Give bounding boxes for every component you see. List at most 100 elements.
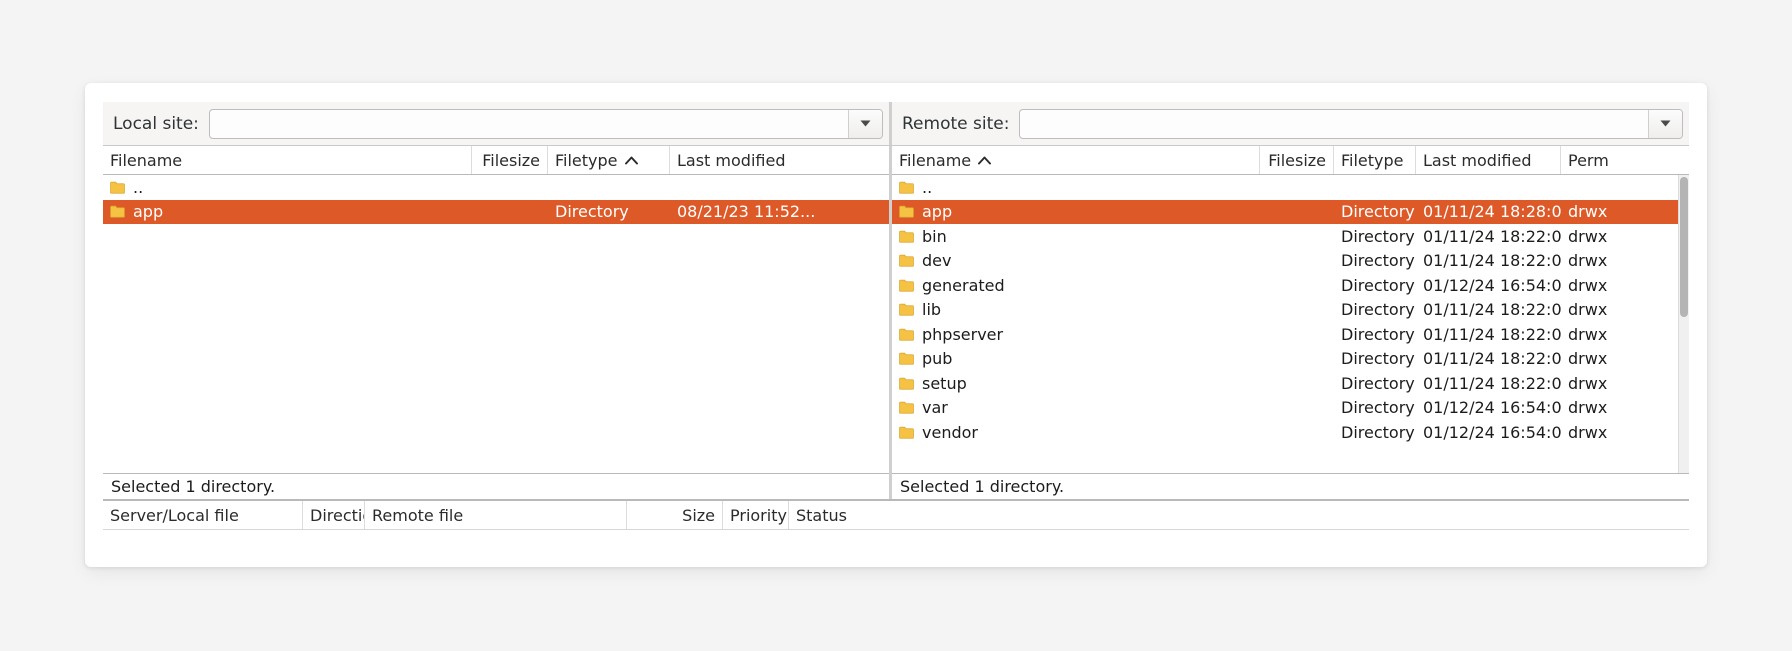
column-header-label: Perm: [1568, 150, 1609, 170]
file-name-cell: setup: [892, 374, 1260, 393]
file-name-cell: dev: [892, 251, 1260, 270]
file-permissions-cell: drwx: [1568, 226, 1608, 246]
queue-column-header-size[interactable]: Size: [627, 501, 723, 529]
local-file-list[interactable]: .. app Directory 08/21/23 11:52...: [103, 175, 889, 473]
file-permissions-cell: drwx: [1568, 398, 1608, 418]
file-name-label: bin: [922, 226, 947, 246]
file-row[interactable]: bin Directory 01/11/24 18:22:00 drwx: [892, 224, 1689, 249]
file-row[interactable]: generated Directory 01/12/24 16:54:00 drwx: [892, 273, 1689, 298]
file-name-cell: var: [892, 398, 1260, 417]
file-type-cell: Directory: [555, 202, 629, 222]
file-row[interactable]: setup Directory 01/11/24 18:22:00 drwx: [892, 371, 1689, 396]
local-site-combobox[interactable]: [208, 108, 883, 139]
remote-column-header-last-modified[interactable]: Last modified: [1416, 146, 1561, 174]
file-modified-cell: 01/11/24 18:22:00: [1423, 349, 1561, 369]
file-row[interactable]: phpserver Directory 01/11/24 18:22:00 drwx: [892, 322, 1689, 347]
folder-icon: [899, 205, 914, 218]
folder-icon: [899, 230, 914, 243]
column-header-label: Last modified: [1423, 150, 1532, 170]
remote-site-combobox[interactable]: [1019, 108, 1683, 139]
remote-list-scrollbar[interactable]: [1678, 175, 1689, 473]
queue-column-header-remote-file[interactable]: Remote file: [365, 501, 627, 529]
remote-site-input[interactable]: [1020, 110, 1648, 138]
file-name-cell: bin: [892, 227, 1260, 246]
file-name-label: var: [922, 398, 948, 418]
file-name-cell: generated: [892, 276, 1260, 295]
file-modified-cell: 01/11/24 18:22:00: [1423, 373, 1561, 393]
file-type-cell: Directory: [1341, 422, 1415, 442]
queue-column-header-status[interactable]: Status: [789, 501, 1029, 529]
site-path-bars: Local site: Remote site:: [103, 102, 1689, 146]
file-permissions-cell: drwx: [1568, 349, 1608, 369]
file-name-cell: ..: [103, 178, 472, 197]
file-type-cell: Directory: [1341, 324, 1415, 344]
file-name-cell: app: [103, 202, 472, 221]
remote-column-header-filename[interactable]: Filename: [892, 146, 1260, 174]
queue-column-header-directio[interactable]: Directio: [303, 501, 365, 529]
file-type-cell: Directory: [1341, 226, 1415, 246]
local-column-header-filetype[interactable]: Filetype: [548, 146, 670, 174]
column-header-label: Filesize: [1268, 150, 1326, 170]
file-permissions-cell: drwx: [1568, 275, 1608, 295]
column-header-label: Filename: [110, 150, 183, 170]
file-row-selected[interactable]: app Directory 01/11/24 18:28:00 drwx: [892, 199, 1689, 224]
file-permissions-cell: drwx: [1568, 251, 1608, 271]
file-name-cell: phpserver: [892, 325, 1260, 344]
file-permissions-cell: drwx: [1568, 422, 1608, 442]
folder-icon: [110, 205, 125, 218]
chevron-down-icon[interactable]: [848, 109, 882, 138]
file-row[interactable]: ..: [892, 175, 1689, 200]
remote-site-label: Remote site:: [902, 113, 1010, 134]
local-site-label: Local site:: [113, 113, 199, 134]
local-column-header-filesize[interactable]: Filesize: [472, 146, 548, 174]
file-row[interactable]: lib Directory 01/11/24 18:22:00 drwx: [892, 298, 1689, 323]
remote-column-header-filetype[interactable]: Filetype: [1334, 146, 1416, 174]
file-panes: Filename Filesize Filetype Last modified ..…: [103, 146, 1689, 499]
file-name-cell: ..: [892, 178, 1260, 197]
local-column-header-filename[interactable]: Filename: [103, 146, 472, 174]
scrollbar-thumb[interactable]: [1680, 177, 1688, 317]
file-row[interactable]: vendor Directory 01/12/24 16:54:00 drwx: [892, 420, 1689, 445]
file-type-cell: Directory: [1341, 202, 1415, 222]
remote-column-header-filesize[interactable]: Filesize: [1260, 146, 1334, 174]
file-permissions-cell: drwx: [1568, 373, 1608, 393]
file-type-cell: Directory: [1341, 300, 1415, 320]
file-type-cell: Directory: [1341, 373, 1415, 393]
local-status-bar: Selected 1 directory.: [103, 473, 889, 499]
local-site-input[interactable]: [210, 110, 848, 138]
chevron-down-icon[interactable]: [1648, 109, 1682, 138]
file-permissions-cell: drwx: [1568, 300, 1608, 320]
remote-column-headers: Filename Filesize Filetype Last modified Per…: [892, 146, 1689, 175]
transfer-queue-body[interactable]: [103, 530, 1689, 548]
file-row[interactable]: pub Directory 01/11/24 18:22:00 drwx: [892, 347, 1689, 372]
queue-column-header-priority[interactable]: Priority: [723, 501, 789, 529]
file-modified-cell: 01/11/24 18:22:00: [1423, 251, 1561, 271]
file-row[interactable]: var Directory 01/12/24 16:54:00 drwx: [892, 396, 1689, 421]
remote-status-bar: Selected 1 directory.: [892, 473, 1689, 499]
file-name-label: lib: [922, 300, 942, 320]
local-file-pane: Filename Filesize Filetype Last modified ..…: [103, 146, 889, 499]
column-header-label: Filetype: [555, 150, 618, 170]
file-permissions-cell: drwx: [1568, 324, 1608, 344]
file-name-label: vendor: [922, 422, 978, 442]
file-modified-cell: 01/12/24 16:54:00: [1423, 422, 1561, 442]
file-permissions-cell: drwx: [1568, 202, 1608, 222]
file-row[interactable]: ..: [103, 175, 889, 200]
file-type-cell: Directory: [1341, 251, 1415, 271]
filezilla-window: Local site: Remote site: Filename Filesi…: [85, 83, 1707, 567]
remote-site-bar: Remote site:: [889, 102, 1689, 145]
folder-icon: [899, 254, 914, 267]
remote-column-header-perm[interactable]: Perm: [1561, 146, 1681, 174]
sort-ascending-icon: [978, 156, 992, 164]
file-row-selected[interactable]: app Directory 08/21/23 11:52...: [103, 199, 889, 224]
file-modified-cell: 08/21/23 11:52...: [677, 202, 816, 222]
folder-icon: [899, 279, 914, 292]
local-column-headers: Filename Filesize Filetype Last modified: [103, 146, 889, 175]
file-name-label: app: [133, 202, 164, 222]
queue-column-header-server-local-file[interactable]: Server/Local file: [103, 501, 303, 529]
file-name-cell: vendor: [892, 423, 1260, 442]
file-row[interactable]: dev Directory 01/11/24 18:22:00 drwx: [892, 249, 1689, 274]
remote-file-list[interactable]: .. app Directory 01/11/24 18:28:00 drwx bin Di…: [892, 175, 1689, 473]
local-column-header-last-modified[interactable]: Last modified: [670, 146, 889, 174]
folder-icon: [899, 377, 914, 390]
